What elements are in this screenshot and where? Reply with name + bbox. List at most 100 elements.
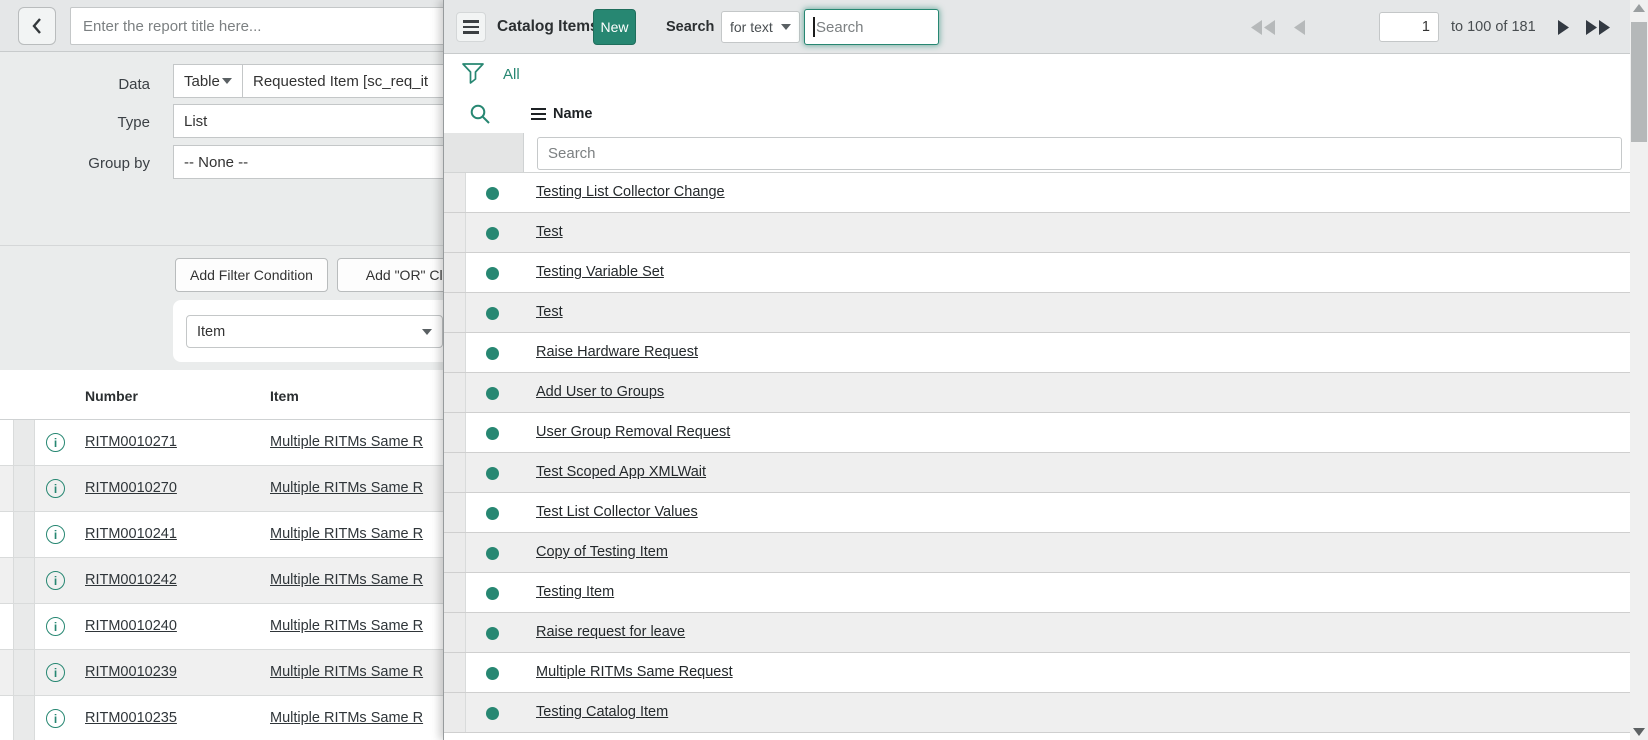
catalog-item-link[interactable]: Raise Hardware Request: [536, 344, 698, 360]
catalog-item-link[interactable]: Test: [536, 304, 563, 320]
search-scope-value: for text: [730, 19, 773, 35]
column-header-item[interactable]: Item: [270, 388, 299, 404]
global-search-input[interactable]: [804, 9, 939, 45]
back-button[interactable]: [18, 7, 56, 45]
first-page-button[interactable]: [1249, 0, 1279, 54]
row-gutter[interactable]: [444, 693, 466, 732]
catalog-header-bar: Catalog Items New Search for text Search…: [444, 0, 1630, 54]
info-icon[interactable]: i: [46, 479, 65, 498]
row-gutter[interactable]: [13, 650, 35, 695]
record-dot-icon: [486, 227, 499, 240]
data-type-value: Table: [184, 72, 220, 90]
list-item: Test: [444, 213, 1630, 253]
row-gutter[interactable]: [444, 453, 466, 492]
row-gutter[interactable]: [444, 213, 466, 252]
catalog-item-link[interactable]: Testing Item: [536, 584, 614, 600]
catalog-item-link[interactable]: Raise request for leave: [536, 624, 685, 640]
search-label: Search: [666, 19, 715, 35]
record-item-link[interactable]: Multiple RITMs Same R: [270, 618, 423, 634]
column-search-toggle[interactable]: [468, 102, 492, 126]
row-gutter[interactable]: [444, 493, 466, 532]
next-page-icon: [1558, 19, 1569, 35]
catalog-list: Testing List Collector Change Test Testing…: [444, 173, 1630, 733]
hamburger-icon: [463, 20, 479, 23]
row-gutter[interactable]: [444, 413, 466, 452]
page-number-input[interactable]: [1379, 12, 1439, 42]
record-number-link[interactable]: RITM0010240: [85, 618, 177, 634]
catalog-item-link[interactable]: Test List Collector Values: [536, 504, 698, 520]
row-gutter[interactable]: [13, 558, 35, 603]
record-item-link[interactable]: Multiple RITMs Same R: [270, 710, 423, 726]
row-gutter[interactable]: [444, 333, 466, 372]
record-dot-icon: [486, 467, 499, 480]
row-gutter[interactable]: [444, 533, 466, 572]
row-gutter[interactable]: [444, 373, 466, 412]
catalog-item-link[interactable]: Testing List Collector Change: [536, 184, 725, 200]
type-select[interactable]: List: [173, 104, 453, 138]
record-number-link[interactable]: RITM0010271: [85, 434, 177, 450]
last-page-button[interactable]: [1584, 0, 1614, 54]
catalog-item-link[interactable]: Multiple RITMs Same Request: [536, 664, 733, 680]
row-gutter[interactable]: [444, 653, 466, 692]
row-gutter[interactable]: [13, 512, 35, 557]
record-number-link[interactable]: RITM0010242: [85, 572, 177, 588]
info-icon[interactable]: i: [46, 663, 65, 682]
chevron-left-icon: [32, 18, 41, 34]
scroll-up-icon[interactable]: [1633, 4, 1645, 12]
record-number-link[interactable]: RITM0010235: [85, 710, 177, 726]
row-gutter[interactable]: [13, 420, 35, 465]
scrollbar-thumb[interactable]: [1631, 22, 1647, 142]
catalog-item-link[interactable]: Test Scoped App XMLWait: [536, 464, 706, 480]
info-icon[interactable]: i: [46, 525, 65, 544]
column-menu-icon: [531, 107, 546, 121]
breadcrumb-all-link[interactable]: All: [503, 54, 520, 95]
record-item-link[interactable]: Multiple RITMs Same R: [270, 664, 423, 680]
record-item-link[interactable]: Multiple RITMs Same R: [270, 480, 423, 496]
record-number-link[interactable]: RITM0010270: [85, 480, 177, 496]
row-gutter[interactable]: [13, 466, 35, 511]
list-menu-button[interactable]: [456, 12, 486, 42]
screen: Data Table Requested Item [sc_req_it Typ…: [0, 0, 1648, 740]
name-column-search-input[interactable]: [537, 137, 1622, 170]
prev-page-button[interactable]: [1292, 0, 1307, 54]
catalog-item-link[interactable]: User Group Removal Request: [536, 424, 730, 440]
record-number-link[interactable]: RITM0010241: [85, 526, 177, 542]
catalog-item-link[interactable]: Testing Catalog Item: [536, 704, 668, 720]
data-table-field[interactable]: Requested Item [sc_req_it: [243, 64, 453, 98]
condition-field-value: Item: [197, 323, 226, 340]
vertical-scrollbar[interactable]: [1630, 0, 1648, 740]
row-gutter[interactable]: [444, 573, 466, 612]
column-header-name[interactable]: Name: [531, 95, 593, 133]
new-button[interactable]: New: [593, 9, 636, 45]
record-item-link[interactable]: Multiple RITMs Same R: [270, 572, 423, 588]
row-gutter[interactable]: [444, 293, 466, 332]
record-item-link[interactable]: Multiple RITMs Same R: [270, 526, 423, 542]
row-gutter[interactable]: [13, 604, 35, 649]
filter-toggle[interactable]: [460, 61, 486, 89]
search-scope-select[interactable]: for text: [721, 11, 800, 43]
row-gutter[interactable]: [13, 696, 35, 740]
record-number-link[interactable]: RITM0010239: [85, 664, 177, 680]
catalog-item-link[interactable]: Testing Variable Set: [536, 264, 664, 280]
group-by-select[interactable]: -- None --: [173, 145, 453, 179]
info-icon[interactable]: i: [46, 433, 65, 452]
data-label: Data: [118, 76, 150, 93]
info-icon[interactable]: i: [46, 709, 65, 728]
row-gutter[interactable]: [444, 613, 466, 652]
catalog-item-link[interactable]: Add User to Groups: [536, 384, 664, 400]
row-gutter[interactable]: [444, 253, 466, 292]
catalog-item-link[interactable]: Test: [536, 224, 563, 240]
catalog-item-link[interactable]: Copy of Testing Item: [536, 544, 668, 560]
condition-field-select[interactable]: Item: [186, 315, 443, 348]
pagination-range: to 100 of 181: [1451, 19, 1536, 35]
data-type-select[interactable]: Table: [173, 64, 243, 98]
record-item-link[interactable]: Multiple RITMs Same R: [270, 434, 423, 450]
info-icon[interactable]: i: [46, 617, 65, 636]
column-header-number[interactable]: Number: [85, 388, 138, 404]
list-item: Test Scoped App XMLWait: [444, 453, 1630, 493]
add-filter-condition-button[interactable]: Add Filter Condition: [175, 258, 328, 292]
scroll-down-icon[interactable]: [1633, 728, 1645, 736]
info-icon[interactable]: i: [46, 571, 65, 590]
next-page-button[interactable]: [1556, 0, 1571, 54]
row-gutter[interactable]: [444, 173, 466, 212]
